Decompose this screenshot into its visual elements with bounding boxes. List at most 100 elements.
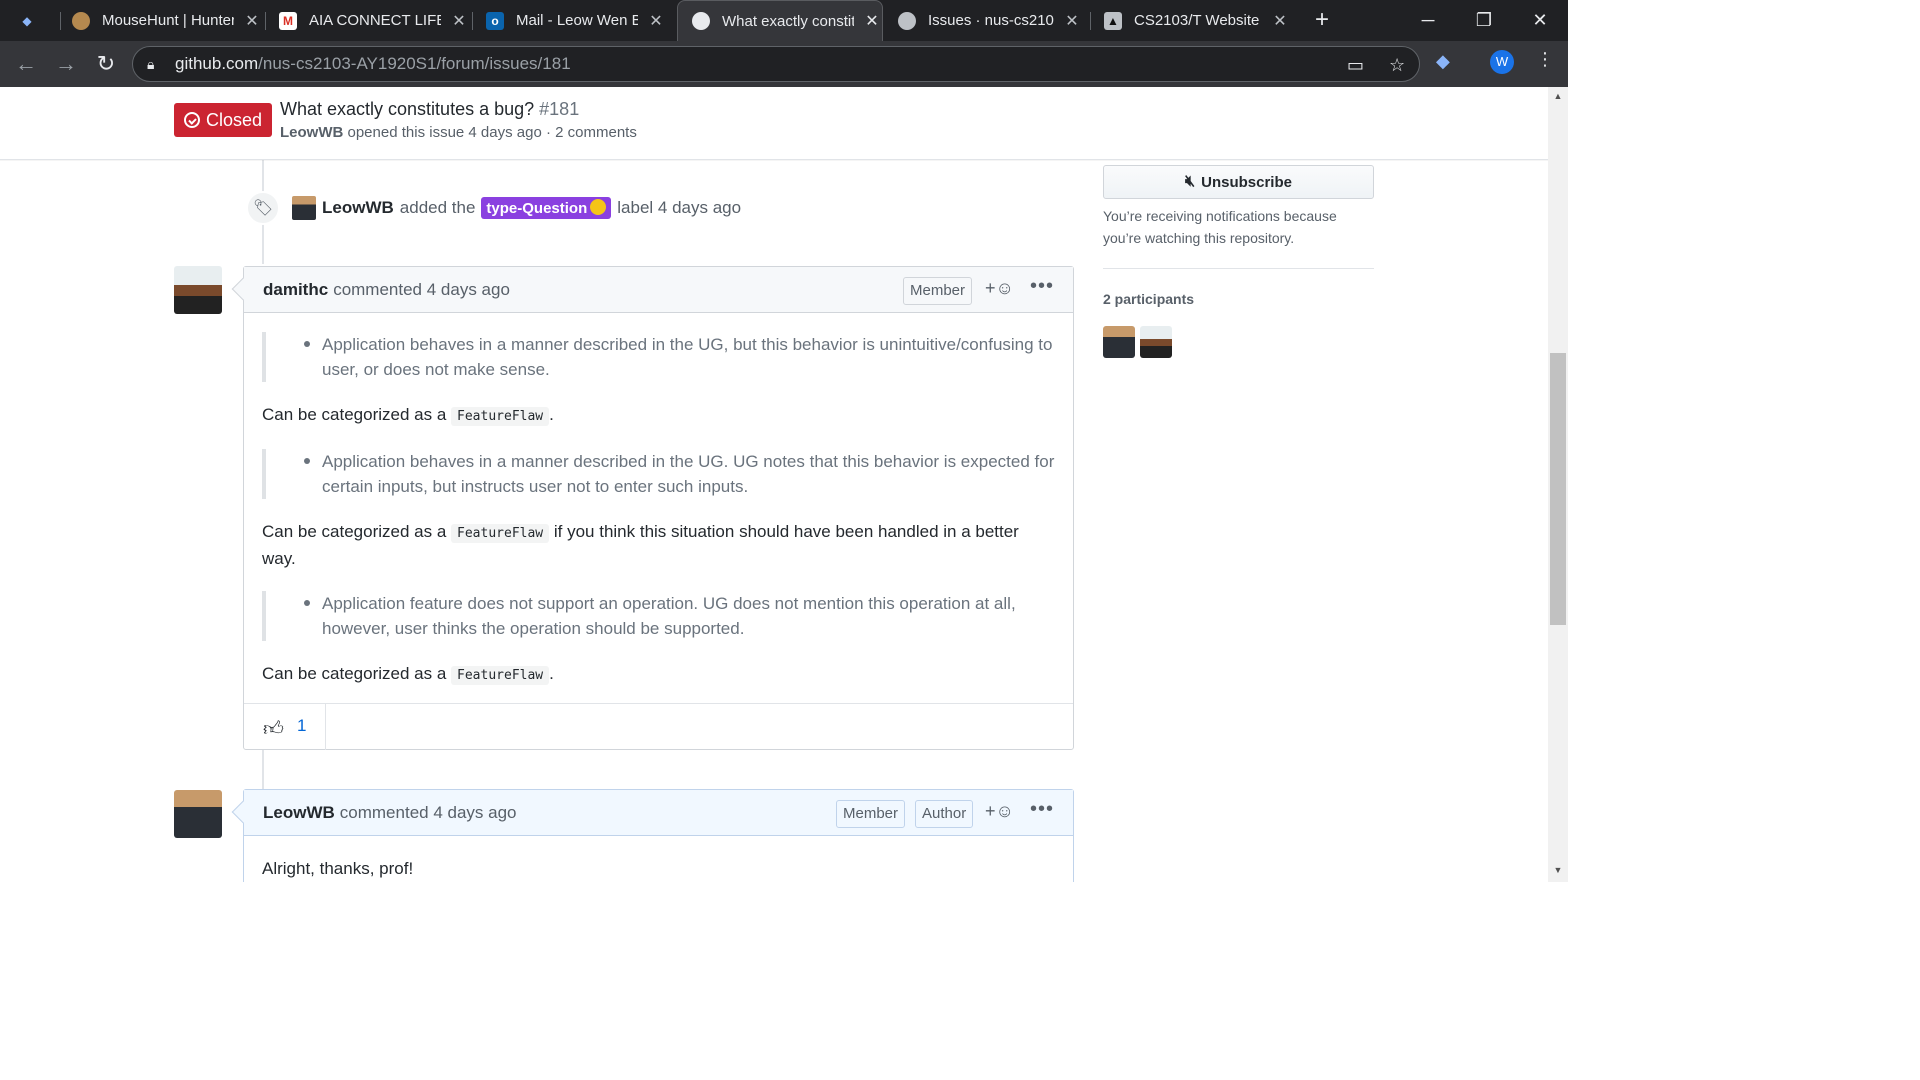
back-button[interactable]: ← [12,50,40,78]
inline-code: FeatureFlaw [451,407,550,426]
unsubscribe-label: Unsubscribe [1201,173,1292,191]
tab-title: What exactly constitutes a bug? [722,12,854,30]
new-tab-button[interactable]: + [1308,6,1336,34]
label-event: 🏷︎ LeowWB added the type-Question label … [246,190,741,226]
bookmark-star-icon[interactable]: ☆ [1389,55,1405,76]
inline-code: FeatureFlaw [451,666,550,685]
tab-issues[interactable]: Issues · nus-cs2103-AY1920S1 ✕ [898,0,1082,41]
scroll-down-arrow-icon[interactable]: ▼ [1548,865,1568,875]
scroll-up-arrow-icon[interactable]: ▲ [1548,91,1568,101]
issue-title[interactable]: What exactly constitutes a bug? #181 [280,99,579,120]
participants-heading: 2 participants [1103,291,1195,307]
tab-title: CS2103/T Website [1134,12,1260,29]
tab-title: AIA CONNECT LIFE [309,12,441,29]
bullet [304,600,310,606]
participant-avatar[interactable] [1103,326,1135,358]
tab-pinned-gem[interactable]: ◆ [18,0,58,41]
url-path: /nus-cs2103-AY1920S1/forum/issues/181 [258,54,571,73]
comment-body: Alright, thanks, prof! [244,836,1073,881]
close-tab-icon[interactable]: ✕ [862,11,882,31]
reaction-count[interactable]: 1 [297,716,306,736]
scrollbar-thumb[interactable] [1550,353,1566,625]
comment-caret [231,800,255,824]
event-user-link[interactable]: LeowWB [322,198,394,218]
forward-button[interactable]: → [52,50,80,78]
page-scrollbar[interactable]: ▲ ▼ [1548,87,1568,882]
quote-text: Application feature does not support an … [322,594,1016,638]
close-tab-icon[interactable]: ✕ [1270,11,1290,31]
comment-caret [231,277,255,301]
issue-opened-text: opened this issue 4 days ago · 2 comment… [347,124,637,141]
close-window-button[interactable]: ✕ [1512,0,1568,41]
thinking-emoji-icon [590,199,607,215]
close-tab-icon[interactable]: ✕ [449,11,469,31]
author-badge: Author [915,800,974,828]
more-options-icon[interactable]: ••• [1030,275,1054,298]
unsubscribe-button[interactable]: 🔇︎ Unsubscribe [1103,165,1374,199]
github-icon [898,11,916,30]
close-tab-icon[interactable]: ✕ [242,11,262,31]
more-options-icon[interactable]: ••• [1030,798,1054,821]
avatar[interactable] [174,790,222,838]
comment-author[interactable]: damithc [263,280,328,300]
issue-title-text: What exactly constitutes a bug? [280,99,535,119]
tab-aia-connect[interactable]: M AIA CONNECT LIFE ✕ [279,0,469,41]
minimize-button[interactable]: ─ [1400,0,1456,41]
paragraph: Can be categorized as a FeatureFlaw. [262,661,1055,688]
comment-header: LeowWB commented 4 days ago Member Autho… [231,790,1073,836]
event-text-after: label 4 days ago [617,198,742,217]
github-issue-page: 🏷︎ LeowWB added the type-Question label … [0,87,1548,882]
member-badge: Member [903,277,973,305]
comment: damithc commented 4 days ago Member +☺ •… [231,266,1074,750]
notification-reason: You’re receiving notifications because y… [1103,208,1337,246]
reload-button[interactable]: ↻ [92,50,120,78]
status-text: Closed [206,109,263,130]
timeline-line [262,749,264,789]
url-text[interactable]: github.com/nus-cs2103-AY1920S1/forum/iss… [175,54,571,74]
avatar[interactable] [292,196,316,220]
bullet [304,458,310,464]
tab-outlook-mail[interactable]: o Mail - Leow Wen Bin ✕ [486,0,666,41]
participant-avatar[interactable] [1140,326,1172,358]
cast-icon[interactable]: ▭ [1347,55,1364,76]
restore-button[interactable]: ❐ [1456,0,1512,41]
comment-timestamp[interactable]: commented 4 days ago [333,280,510,300]
avatar[interactable] [174,266,222,314]
tab-separator [265,12,266,30]
address-bar[interactable]: 🔒︎ github.com/nus-cs2103-AY1920S1/forum/… [132,46,1420,82]
comment: LeowWB commented 4 days ago Member Autho… [231,789,1074,882]
add-reaction-icon[interactable]: +☺ [985,278,1014,299]
mute-icon: 🔇︎ [1185,173,1196,190]
github-icon [692,12,710,30]
close-tab-icon[interactable]: ✕ [646,11,666,31]
issue-meta: LeowWB opened this issue 4 days ago · 2 … [280,124,637,141]
text: Can be categorized as a [262,522,447,541]
thumbs-up-icon[interactable]: 👍︎ [263,717,284,741]
tab-title: Issues · nus-cs2103-AY1920S1 [928,12,1054,29]
extension-gem-icon[interactable]: ◆ [1436,51,1450,72]
comment-timestamp[interactable]: commented 4 days ago [340,803,517,823]
comment-author[interactable]: LeowWB [263,803,335,823]
paragraph: Alright, thanks, prof! [262,859,414,878]
tab-mousehunt[interactable]: MouseHunt | Hunter's Camp ✕ [72,0,262,41]
profile-avatar[interactable]: W [1490,50,1514,74]
member-badge: Member [836,800,906,828]
quote-text: Application behaves in a manner describe… [322,452,1055,496]
tag-icon: 🏷︎ [246,191,280,225]
tab-cs2103-website[interactable]: ▲ CS2103/T Website ✕ [1104,0,1290,41]
browser-toolbar: ← → ↻ 🔒︎ github.com/nus-cs2103-AY1920S1/… [0,41,1568,87]
tab-title: Mail - Leow Wen Bin [516,12,638,29]
comment-body: Application behaves in a manner describe… [244,332,1073,688]
lock-icon: 🔒︎ [147,56,155,72]
divider [1103,268,1374,269]
paragraph: Can be categorized as a FeatureFlaw. [262,402,1055,429]
add-reaction-icon[interactable]: +☺ [985,801,1014,822]
label-text: type-Question [486,200,588,217]
close-tab-icon[interactable]: ✕ [1062,11,1082,31]
tab-active-issue[interactable]: What exactly constitutes a bug? ✕ [677,0,883,41]
blockquote: Application behaves in a manner describe… [262,449,1055,499]
issue-author-link[interactable]: LeowWB [280,124,343,141]
menu-kebab-icon[interactable]: ⋮ [1536,49,1554,70]
label-type-question[interactable]: type-Question [481,197,612,219]
outlook-icon: o [486,11,504,30]
